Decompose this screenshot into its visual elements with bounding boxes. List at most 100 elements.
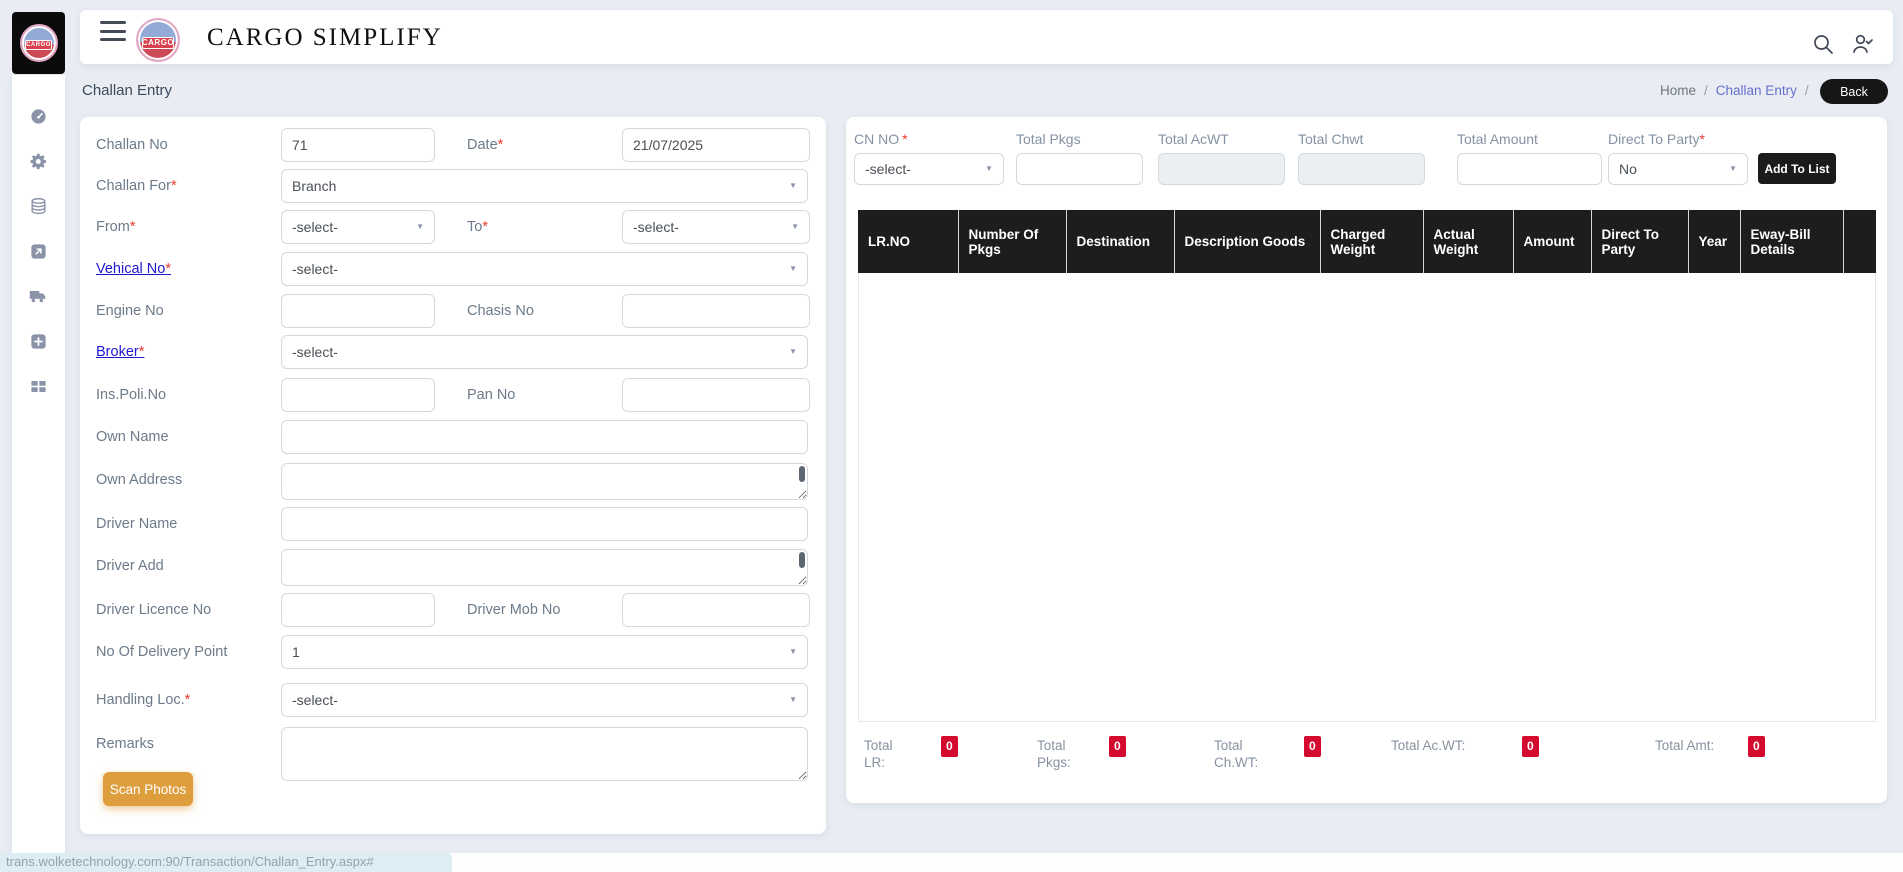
direct-to-party-select[interactable]: No — [1608, 153, 1748, 185]
driver-add-textarea[interactable] — [281, 549, 808, 586]
chasis-no-label: Chasis No — [467, 303, 534, 319]
col-header-direct-to-party: Direct To Party — [1591, 210, 1689, 273]
col-header-number-of-pkgs: Number Of Pkgs — [958, 210, 1067, 273]
remarks-textarea[interactable] — [281, 727, 808, 781]
ins-poli-no-input[interactable] — [281, 378, 435, 412]
own-address-label: Own Address — [96, 472, 183, 488]
settings-gear-icon[interactable] — [29, 152, 48, 171]
challan-entry-form-card: Challan No Date* Challan For* Branch Fro… — [80, 117, 826, 834]
total-pkgs-badge: 0 — [1109, 736, 1126, 757]
to-label: To* — [467, 219, 488, 235]
total-pkgs-label: Total Pkgs — [1016, 131, 1081, 147]
app-logo-square[interactable]: CARGO — [12, 12, 65, 74]
col-header-destination: Destination — [1066, 210, 1175, 273]
driver-licence-no-label: Driver Licence No — [96, 602, 212, 618]
breadcrumb-separator: / — [1704, 83, 1708, 98]
hamburger-menu-icon[interactable] — [100, 21, 126, 41]
total-acwt-total-label: Total Ac.WT: — [1391, 738, 1466, 753]
vehical-no-link-label[interactable]: Vehical No* — [96, 252, 171, 286]
textarea-scrollbar-thumb[interactable] — [799, 466, 805, 482]
add-to-list-button[interactable]: Add To List — [1758, 153, 1836, 184]
database-icon[interactable] — [29, 197, 48, 216]
own-address-textarea[interactable] — [281, 463, 808, 500]
driver-add-label: Driver Add — [96, 558, 164, 574]
from-select[interactable]: -select- — [281, 210, 435, 244]
cn-no-select[interactable]: -select- — [854, 153, 1004, 185]
brand-title: CARGO SIMPLIFY — [207, 24, 443, 51]
dashboard-icon[interactable] — [29, 107, 48, 126]
col-header-year: Year — [1688, 210, 1741, 273]
grid-apps-icon[interactable] — [29, 377, 48, 396]
total-pkgs-input[interactable] — [1016, 153, 1143, 185]
breadcrumb-current[interactable]: Challan Entry — [1716, 83, 1797, 98]
broker-link-label[interactable]: Broker* — [96, 335, 144, 369]
cargo-logo-text: CARGO — [24, 40, 53, 51]
total-pkgs-total-label: Total Pkgs: — [1037, 738, 1071, 770]
total-amount-label: Total Amount — [1457, 131, 1538, 147]
cn-no-label: CN NO * — [854, 131, 908, 147]
own-name-input[interactable] — [281, 420, 808, 454]
challan-for-select[interactable]: Branch — [281, 169, 808, 203]
scan-photos-button[interactable]: Scan Photos — [103, 772, 193, 806]
col-header-amount: Amount — [1513, 210, 1592, 273]
user-check-icon[interactable] — [1851, 32, 1875, 56]
breadcrumb-separator: / — [1804, 83, 1809, 98]
total-lr-badge: 0 — [941, 736, 958, 757]
sidebar — [12, 75, 65, 853]
direct-to-party-label: Direct To Party* — [1608, 131, 1705, 147]
driver-mob-no-input[interactable] — [622, 593, 810, 627]
total-lr-label: Total LR: — [864, 738, 893, 770]
add-plus-square-icon[interactable] — [29, 332, 48, 351]
cargo-logo-icon: CARGO — [19, 24, 58, 62]
total-acwt-badge: 0 — [1522, 736, 1539, 757]
col-header-eway-bill-details: Eway-Bill Details — [1740, 210, 1844, 273]
col-header-actions — [1843, 210, 1876, 273]
total-amount-input[interactable] — [1457, 153, 1602, 185]
handling-loc-select[interactable]: -select- — [281, 683, 808, 717]
date-label: Date* — [467, 137, 504, 153]
total-acwt-input — [1158, 153, 1285, 185]
vehical-no-select[interactable]: -select- — [281, 252, 808, 286]
own-name-label: Own Name — [96, 429, 169, 445]
total-amt-badge: 0 — [1748, 736, 1765, 757]
truck-icon[interactable] — [29, 287, 48, 306]
engine-no-label: Engine No — [96, 303, 164, 319]
pan-no-input[interactable] — [622, 378, 810, 412]
handling-loc-label: Handling Loc.* — [96, 692, 191, 708]
cn-list-panel-card: CN NO* -select- Total Pkgs Total AcWT To… — [846, 117, 1887, 803]
breadcrumb: Home / Challan Entry / — [1660, 83, 1809, 98]
col-header-charged-weight: Charged Weight — [1320, 210, 1424, 273]
textarea-scrollbar-thumb[interactable] — [799, 552, 805, 568]
challan-no-input[interactable] — [281, 128, 435, 162]
from-label: From* — [96, 219, 136, 235]
remarks-label: Remarks — [96, 736, 155, 752]
back-button[interactable]: Back — [1820, 79, 1888, 104]
date-input[interactable] — [622, 128, 810, 162]
chasis-no-input[interactable] — [622, 294, 810, 328]
driver-licence-no-input[interactable] — [281, 593, 435, 627]
col-header-actual-weight: Actual Weight — [1423, 210, 1514, 273]
broker-select[interactable]: -select- — [281, 335, 808, 369]
to-select[interactable]: -select- — [622, 210, 810, 244]
driver-mob-no-label: Driver Mob No — [467, 602, 561, 618]
total-chwt-total-label: Total Ch.WT: — [1214, 738, 1259, 770]
no-of-delivery-point-select[interactable]: 1 — [281, 635, 808, 669]
lr-table-empty-body — [858, 273, 1876, 722]
external-link-icon[interactable] — [29, 242, 48, 261]
total-chwt-label: Total Chwt — [1298, 131, 1364, 147]
pan-no-label: Pan No — [467, 387, 516, 403]
ins-poli-no-label: Ins.Poli.No — [96, 387, 167, 403]
driver-name-input[interactable] — [281, 507, 808, 541]
total-chwt-badge: 0 — [1304, 736, 1321, 757]
page-title: Challan Entry — [82, 82, 173, 99]
challan-for-label: Challan For* — [96, 178, 177, 194]
engine-no-input[interactable] — [281, 294, 435, 328]
lr-table: LR.NO Number Of Pkgs Destination Descrip… — [858, 210, 1876, 273]
breadcrumb-home[interactable]: Home — [1660, 83, 1696, 98]
status-url-tooltip: trans.wolketechnology.com:90/Transaction… — [0, 853, 452, 872]
col-header-lr-no: LR.NO — [858, 210, 959, 273]
search-icon[interactable] — [1811, 32, 1835, 56]
driver-name-label: Driver Name — [96, 516, 178, 532]
brand-logo-text: CARGO — [141, 36, 175, 49]
challan-no-label: Challan No — [96, 137, 168, 153]
